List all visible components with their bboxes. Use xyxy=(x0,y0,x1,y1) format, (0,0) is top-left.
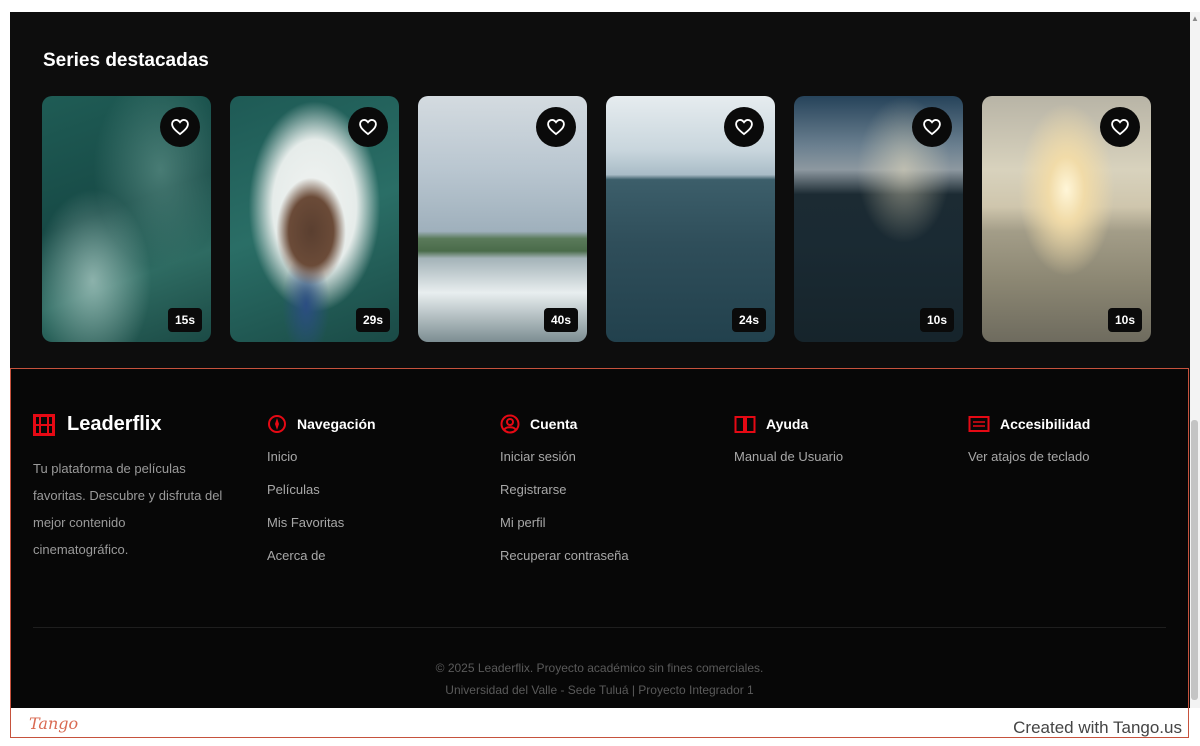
favorite-button[interactable] xyxy=(1100,107,1140,147)
duration-badge: 10s xyxy=(1107,308,1142,332)
book-icon xyxy=(734,416,756,433)
link-list: Inicio Películas Mis Favoritas Acerca de xyxy=(267,449,376,581)
copyright-line: © 2025 Leaderflix. Proyecto académico si… xyxy=(435,661,764,675)
duration-badge: 10s xyxy=(919,308,954,332)
duration-badge: 24s xyxy=(731,308,766,332)
footer-divider xyxy=(33,627,1166,628)
scroll-up-arrow-icon[interactable]: ▲ xyxy=(1191,14,1199,23)
tango-watermark-bar: Tango Created with Tango.us xyxy=(10,708,1189,738)
column-title: Navegación xyxy=(297,416,376,432)
series-carousel: 15s 29s 40s 24s 10s 10s xyxy=(42,96,1151,342)
footer-link-atajos-de-teclado[interactable]: Ver atajos de teclado xyxy=(968,449,1090,482)
footer-link-manual-de-usuario[interactable]: Manual de Usuario xyxy=(734,449,843,482)
column-title: Cuenta xyxy=(530,416,578,432)
link-list: Ver atajos de teclado xyxy=(968,449,1090,482)
heart-icon xyxy=(1111,118,1129,136)
column-heading: Accesibilidad xyxy=(968,413,1090,435)
scrollbar-thumb[interactable] xyxy=(1191,420,1198,700)
heart-icon xyxy=(171,118,189,136)
footer-link-registrarse[interactable]: Registrarse xyxy=(500,482,629,515)
heart-icon xyxy=(735,118,753,136)
series-card[interactable]: 29s xyxy=(230,96,399,342)
column-title: Accesibilidad xyxy=(1000,416,1091,432)
series-card[interactable]: 10s xyxy=(982,96,1151,342)
duration-badge: 29s xyxy=(355,308,390,332)
tango-credit: Created with Tango.us xyxy=(1013,718,1182,737)
duration-badge: 15s xyxy=(167,308,202,332)
duration-badge: 40s xyxy=(543,308,578,332)
series-card[interactable]: 15s xyxy=(42,96,211,342)
site-footer: Leaderflix Tu plataforma de películas fa… xyxy=(10,368,1189,708)
favorite-button[interactable] xyxy=(348,107,388,147)
series-card[interactable]: 24s xyxy=(606,96,775,342)
compass-icon xyxy=(268,415,286,433)
footer-column-navigation: Navegación Inicio Películas Mis Favorita… xyxy=(267,413,376,581)
favorite-button[interactable] xyxy=(912,107,952,147)
column-heading: Navegación xyxy=(267,413,376,435)
footer-column-accessibility: Accesibilidad Ver atajos de teclado xyxy=(968,413,1090,482)
footer-link-mis-favoritas[interactable]: Mis Favoritas xyxy=(267,515,376,548)
brand-description: Tu plataforma de películas favoritas. De… xyxy=(33,461,223,557)
copyright: © 2025 Leaderflix. Proyecto académico si… xyxy=(11,657,1188,701)
favorite-button[interactable] xyxy=(724,107,764,147)
column-heading: Ayuda xyxy=(734,413,843,435)
brand-name: Leaderflix xyxy=(67,413,162,435)
link-list: Manual de Usuario xyxy=(734,449,843,482)
column-title: Ayuda xyxy=(766,416,809,432)
favorite-button[interactable] xyxy=(160,107,200,147)
user-icon xyxy=(500,414,520,434)
tango-logo: Tango xyxy=(29,714,79,733)
column-heading: Cuenta xyxy=(500,413,629,435)
footer-column-help: Ayuda Manual de Usuario xyxy=(734,413,843,482)
keyboard-icon xyxy=(968,416,990,432)
footer-link-iniciar-sesion[interactable]: Iniciar sesión xyxy=(500,449,629,482)
film-icon xyxy=(33,413,55,436)
series-card[interactable]: 40s xyxy=(418,96,587,342)
footer-brand[interactable]: Leaderflix xyxy=(33,413,161,436)
heart-icon xyxy=(923,118,941,136)
heart-icon xyxy=(359,118,377,136)
footer-link-peliculas[interactable]: Películas xyxy=(267,482,376,515)
heart-icon xyxy=(547,118,565,136)
footer-link-recuperar-contrasena[interactable]: Recuperar contraseña xyxy=(500,548,629,581)
footer-column-account: Cuenta Iniciar sesión Registrarse Mi per… xyxy=(500,413,629,581)
footer-link-inicio[interactable]: Inicio xyxy=(267,449,376,482)
footer-link-mi-perfil[interactable]: Mi perfil xyxy=(500,515,629,548)
link-list: Iniciar sesión Registrarse Mi perfil Rec… xyxy=(500,449,629,581)
series-card[interactable]: 10s xyxy=(794,96,963,342)
section-title: Series destacadas xyxy=(43,50,209,71)
favorite-button[interactable] xyxy=(536,107,576,147)
university-line: Universidad del Valle - Sede Tuluá | Pro… xyxy=(445,683,754,697)
footer-link-acerca-de[interactable]: Acerca de xyxy=(267,548,376,581)
